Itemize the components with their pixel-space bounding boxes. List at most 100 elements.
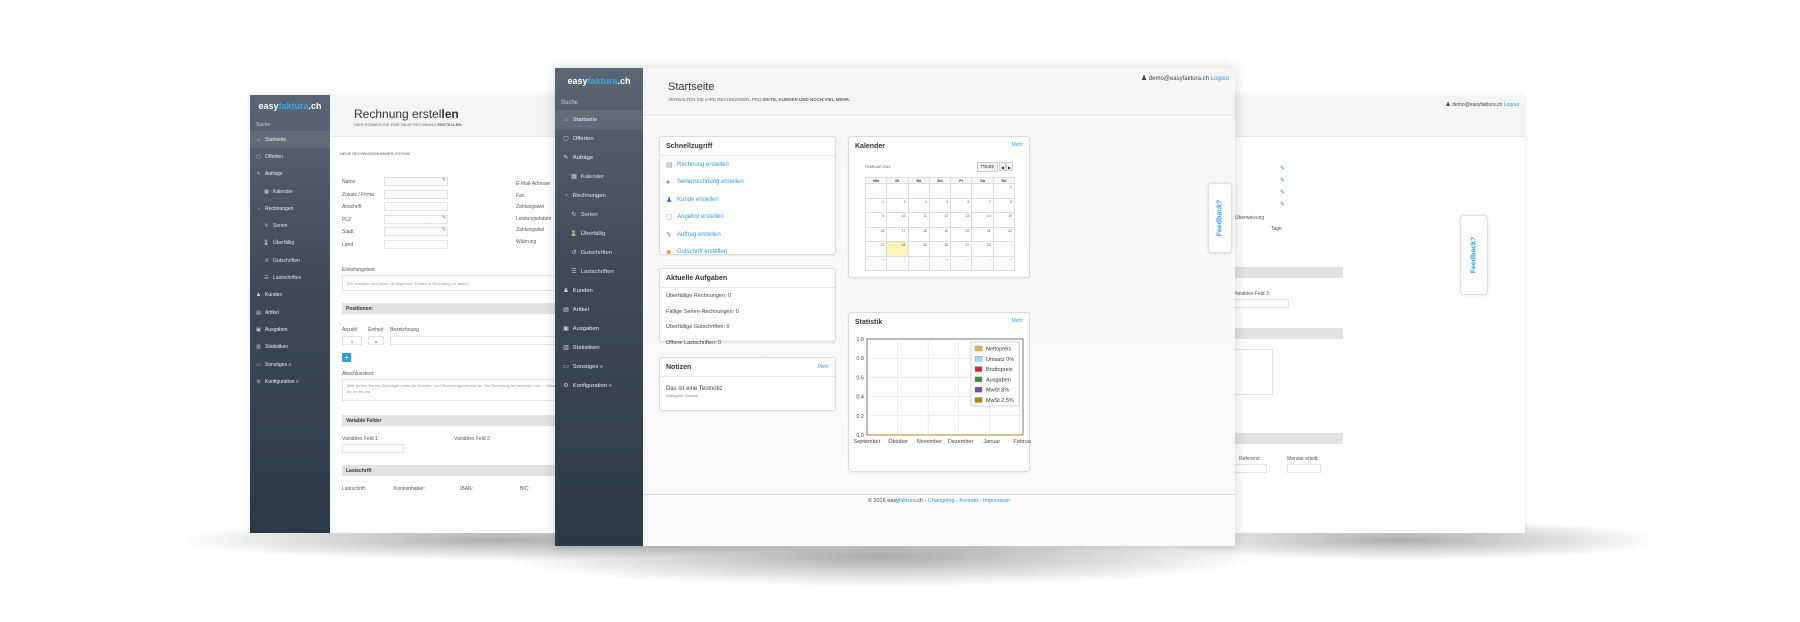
calendar-day[interactable] [886, 183, 909, 199]
calendar-day[interactable]: 20 [950, 226, 973, 242]
pos-unit-select[interactable]: x [368, 336, 384, 345]
calendar-day[interactable]: 19 [928, 226, 952, 242]
add-position-button[interactable]: + [342, 353, 351, 362]
calendar-day[interactable]: 11 [907, 212, 930, 228]
sidebar-item-konfiguration[interactable]: ⚙ Konfiguration » [250, 373, 330, 390]
pin-icon[interactable]: ✎ [442, 177, 446, 183]
sidebar-item-kalender[interactable]: ▦ Kalender [555, 167, 643, 186]
left-brand-logo[interactable]: easyfaktura.ch [250, 101, 330, 111]
sidebar-item-rechnungen[interactable]: ◔ Rechnungen [555, 186, 643, 205]
variable-field-1-input[interactable] [342, 444, 404, 453]
sidebar-item-startseite[interactable]: ⌂ Startseite [250, 131, 330, 149]
sidebar-item-startseite[interactable]: ⌂ Startseite [555, 110, 643, 129]
logout-link[interactable]: Logout [1211, 76, 1229, 82]
sidebar-item-ausgaben[interactable]: ▣ Ausgaben [250, 321, 330, 338]
calendar-day[interactable]: 6 [950, 197, 973, 213]
calendar-day[interactable]: 24 [886, 241, 909, 257]
calendar-day[interactable]: 7 [971, 255, 994, 271]
closing-textarea[interactable]: Bitte geben Sie bei Zahlungen stets die … [342, 379, 560, 401]
pos-quantity-input[interactable]: 1 [342, 336, 362, 345]
quick-link-label[interactable]: Gutschrift erstellen [677, 249, 727, 255]
calendar-day[interactable]: 25 [907, 241, 930, 257]
calendar-day[interactable]: 22 [992, 226, 1016, 242]
sidebar-item-konfiguration[interactable]: ⚙ Konfiguration » [555, 376, 643, 395]
calendar-day[interactable]: 6 [950, 255, 973, 271]
intro-textarea[interactable]: Wir erlauben uns Ihnen die folgenden Pos… [342, 275, 560, 291]
calendar-day[interactable]: 8 [992, 197, 1016, 213]
right-logout-link[interactable]: Logout [1504, 102, 1519, 108]
center-user-box[interactable]: ♟ demo@easyfaktura.ch Logout [1141, 74, 1229, 82]
calendar-day[interactable]: 23 [864, 241, 888, 257]
calendar-day[interactable]: 13 [950, 212, 973, 228]
quick-link-3[interactable]: ▢ Angebot erstellen [660, 209, 835, 227]
contact-link[interactable]: Kontakt [959, 498, 978, 504]
sidebar-item-serien[interactable]: ↻ Serien [250, 217, 330, 234]
calendar-day[interactable] [971, 183, 994, 199]
stats-more-link[interactable]: Mehr [1012, 318, 1023, 324]
sidebar-item-serien[interactable]: ↻ Serien [555, 205, 643, 224]
notes-more-link[interactable]: Mehr [818, 364, 829, 370]
address-input[interactable] [384, 214, 448, 224]
pin-icon[interactable]: ✎ [1280, 177, 1285, 184]
calendar-day[interactable]: 1 [992, 241, 1016, 257]
calendar-day[interactable]: 8 [992, 255, 1016, 271]
quick-link-label[interactable]: Rechnung erstellen [677, 162, 729, 168]
sidebar-item-überfällig[interactable]: ⌛ Überfällig [555, 224, 643, 243]
sidebar-item-aufräge[interactable]: ✎ Aufräge [555, 148, 643, 167]
sidebar-item-offerten[interactable]: ▢ Offerten [250, 148, 330, 165]
calendar-day[interactable]: 16 [864, 226, 888, 242]
sidebar-item-kunden[interactable]: ♟ Kunden [250, 287, 330, 304]
calendar-day[interactable]: 2 [864, 197, 888, 213]
feedback-tab-right[interactable]: Feedback? [1460, 215, 1488, 295]
address-input[interactable] [384, 177, 448, 186]
calendar-day[interactable] [907, 183, 930, 199]
calendar-day[interactable]: 26 [928, 241, 952, 257]
reference-input[interactable] [1233, 464, 1267, 473]
calendar-today-button[interactable]: Heute [977, 162, 999, 172]
center-brand-logo[interactable]: easyfaktura.ch [555, 76, 643, 86]
address-input[interactable] [384, 227, 448, 236]
sidebar-item-gutschriften[interactable]: ↺ Gutschriften [250, 252, 330, 269]
calendar-prev-button[interactable]: ◀ [999, 162, 1006, 171]
calendar-day[interactable]: 3 [886, 255, 909, 271]
calendar-day[interactable] [950, 183, 973, 199]
quick-link-2[interactable]: ♟ Kunde erstellen [660, 191, 835, 209]
calendar-day[interactable]: 3 [886, 197, 909, 213]
sidebar-item-lastschriften[interactable]: ☰ Lastschriften [250, 269, 330, 286]
calendar-day[interactable]: 2 [864, 255, 888, 271]
calendar-day[interactable]: 18 [907, 226, 930, 242]
quick-link-label[interactable]: Kunde erstellen [677, 197, 719, 203]
address-input[interactable] [384, 202, 448, 211]
quick-link-label[interactable]: Angebot erstellen [677, 214, 724, 220]
quick-link-4[interactable]: ✎ Auftrag erstellen [660, 226, 835, 244]
pos-description-input[interactable] [390, 336, 560, 345]
task-item[interactable]: Fällige Serien-Rechnungen: 0 [660, 304, 835, 320]
task-item[interactable]: Überfällige Gutschriften: 0 [660, 319, 835, 335]
sidebar-item-ausgaben[interactable]: ▣ Ausgaben [555, 319, 643, 338]
quick-link-5[interactable]: ◆ Gutschrift erstellen [660, 244, 835, 262]
sidebar-item-rechnungen[interactable]: ◔ Rechnungen [250, 200, 330, 217]
sidebar-item-sonstiges[interactable]: ▭ Sonstiges » [555, 357, 643, 376]
quick-link-label[interactable]: Serienrechnung erstellen [677, 179, 744, 185]
sidebar-item-offerten[interactable]: ▢ Offerten [555, 129, 643, 148]
calendar-day[interactable]: 17 [886, 226, 909, 242]
sidebar-item-statistiken[interactable]: ▥ Statistiken [250, 339, 330, 356]
calendar-more-link[interactable]: Mehr [1012, 142, 1023, 148]
sidebar-item-überfällig[interactable]: ⌛ Überfällig [250, 235, 330, 252]
calendar-day[interactable]: 5 [928, 197, 952, 213]
calendar-day[interactable]: 12 [928, 212, 952, 228]
calendar-day[interactable]: 15 [992, 212, 1016, 228]
feedback-tab[interactable]: Feedback? [1208, 183, 1232, 253]
calendar-day[interactable] [928, 183, 952, 199]
address-input[interactable] [384, 239, 448, 249]
pin-icon[interactable]: ✎ [1280, 201, 1285, 208]
quick-link-label[interactable]: Auftrag erstellen [677, 232, 721, 238]
right-textarea[interactable] [1229, 349, 1273, 395]
changelog-link[interactable]: Changelog [928, 498, 955, 504]
calendar-day[interactable]: 14 [971, 212, 994, 228]
calendar-day[interactable]: 4 [907, 255, 930, 271]
calendar-day[interactable]: 7 [971, 197, 994, 213]
variable-field-3-input[interactable] [1229, 299, 1289, 308]
pin-icon[interactable]: ✎ [1280, 165, 1285, 172]
pin-icon[interactable]: ✎ [1280, 189, 1285, 196]
